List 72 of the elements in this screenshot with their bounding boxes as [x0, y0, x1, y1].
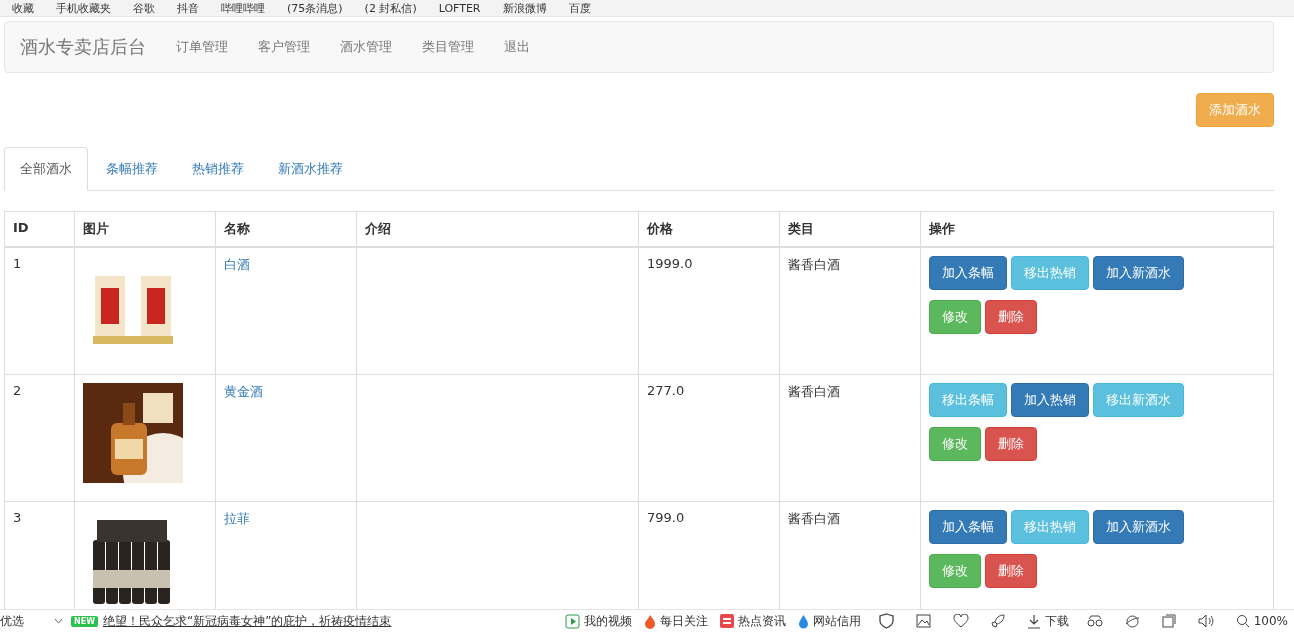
image-icon[interactable] [915, 614, 931, 628]
news-link[interactable]: 绝望！民众乞求“新冠病毒女神”的庇护，祈祷疫情结束 [103, 612, 392, 630]
action-button[interactable]: 修改 [929, 553, 981, 588]
column-header: 操作 [920, 211, 1274, 247]
nav-link[interactable]: 酒水管理 [340, 38, 392, 56]
table-cell: 酱香白酒 [788, 383, 840, 399]
column-header: 价格 [638, 211, 780, 247]
table-cell: 2 [4, 374, 75, 501]
name-link[interactable]: 黄金酒 [224, 383, 263, 399]
action-button[interactable]: 修改 [929, 300, 981, 334]
brand-link[interactable]: 酒水专卖店后台 [20, 35, 146, 59]
nav-link[interactable]: 类目管理 [422, 38, 474, 56]
action-button[interactable]: 修改 [929, 426, 981, 461]
bookmark-link[interactable]: 手机收藏夹 [56, 0, 111, 16]
bookmark-link[interactable]: 谷歌 [133, 0, 155, 16]
column-header: 类目 [779, 211, 921, 247]
bookmark-link[interactable]: 抖音 [177, 0, 199, 16]
bookmark-link[interactable]: LOFTER [438, 1, 481, 15]
bookmark-link[interactable]: 哔哩哔哩 [221, 0, 265, 16]
download-link[interactable]: 下载 [1044, 612, 1069, 630]
status-link[interactable]: 网站信用 [812, 612, 861, 630]
bookmark-link[interactable]: 收藏 [12, 0, 34, 16]
table-cell: 酱香白酒 [788, 257, 840, 272]
action-button[interactable]: 加入热销 [1011, 382, 1089, 417]
table-cell: 1 [4, 247, 75, 374]
action-button[interactable]: 加入新酒水 [1093, 256, 1184, 290]
bookmark-link[interactable]: 百度 [568, 0, 591, 16]
table-cell: 799.0 [647, 509, 685, 525]
new-badge: NEW [71, 615, 98, 627]
action-button[interactable]: 删除 [985, 426, 1037, 461]
glasses-icon[interactable] [1086, 615, 1103, 627]
column-header: ID [4, 211, 75, 247]
action-button[interactable]: 加入条幅 [929, 256, 1007, 290]
name-link[interactable]: 拉菲 [224, 510, 250, 526]
flame-icon[interactable] [643, 613, 656, 629]
window-icon[interactable] [1161, 614, 1176, 628]
bookmark-link[interactable]: 新浪微博 [502, 0, 547, 16]
nav-link[interactable]: 客户管理 [258, 38, 310, 56]
browser-icon[interactable] [1124, 613, 1140, 629]
column-header: 介绍 [356, 211, 639, 247]
tab[interactable]: 条幅推荐 [90, 147, 174, 191]
column-header: 图片 [74, 211, 216, 247]
bookmark-link[interactable]: (2 封私信) [364, 0, 417, 16]
table-cell: 1999.0 [647, 256, 693, 271]
heart-icon[interactable] [952, 614, 969, 628]
tab[interactable]: 全部酒水 [4, 147, 88, 191]
status-label: 优选 [0, 612, 24, 630]
bookmark-link[interactable]: (75条消息) [287, 0, 343, 16]
action-button[interactable]: 加入条幅 [929, 509, 1007, 544]
speaker-icon[interactable] [1197, 614, 1214, 628]
droplet-icon[interactable] [797, 613, 809, 629]
news-icon[interactable] [719, 614, 734, 628]
nav-link[interactable]: 订单管理 [176, 38, 228, 56]
action-button[interactable]: 删除 [985, 300, 1037, 334]
status-link[interactable]: 我的视频 [583, 612, 632, 630]
table-cell: 酱香白酒 [788, 510, 840, 526]
status-link[interactable]: 每日关注 [659, 612, 708, 630]
column-header: 名称 [215, 211, 357, 247]
name-link[interactable]: 白酒 [224, 257, 250, 272]
status-link[interactable]: 热点资讯 [737, 612, 786, 630]
play-icon[interactable] [564, 613, 580, 629]
table-cell: 277.0 [647, 382, 685, 398]
nav-link[interactable]: 退出 [504, 38, 530, 56]
chevron-icon[interactable] [54, 618, 63, 624]
zoom-level[interactable]: 100% [1253, 614, 1288, 628]
tab[interactable]: 热销推荐 [176, 147, 260, 191]
action-button[interactable]: 加入新酒水 [1093, 509, 1184, 544]
tab[interactable]: 新酒水推荐 [262, 147, 359, 191]
zoom-icon[interactable] [1235, 614, 1250, 628]
download-icon[interactable] [1026, 613, 1041, 629]
action-button[interactable]: 删除 [985, 553, 1037, 588]
shield-icon[interactable] [878, 613, 894, 629]
